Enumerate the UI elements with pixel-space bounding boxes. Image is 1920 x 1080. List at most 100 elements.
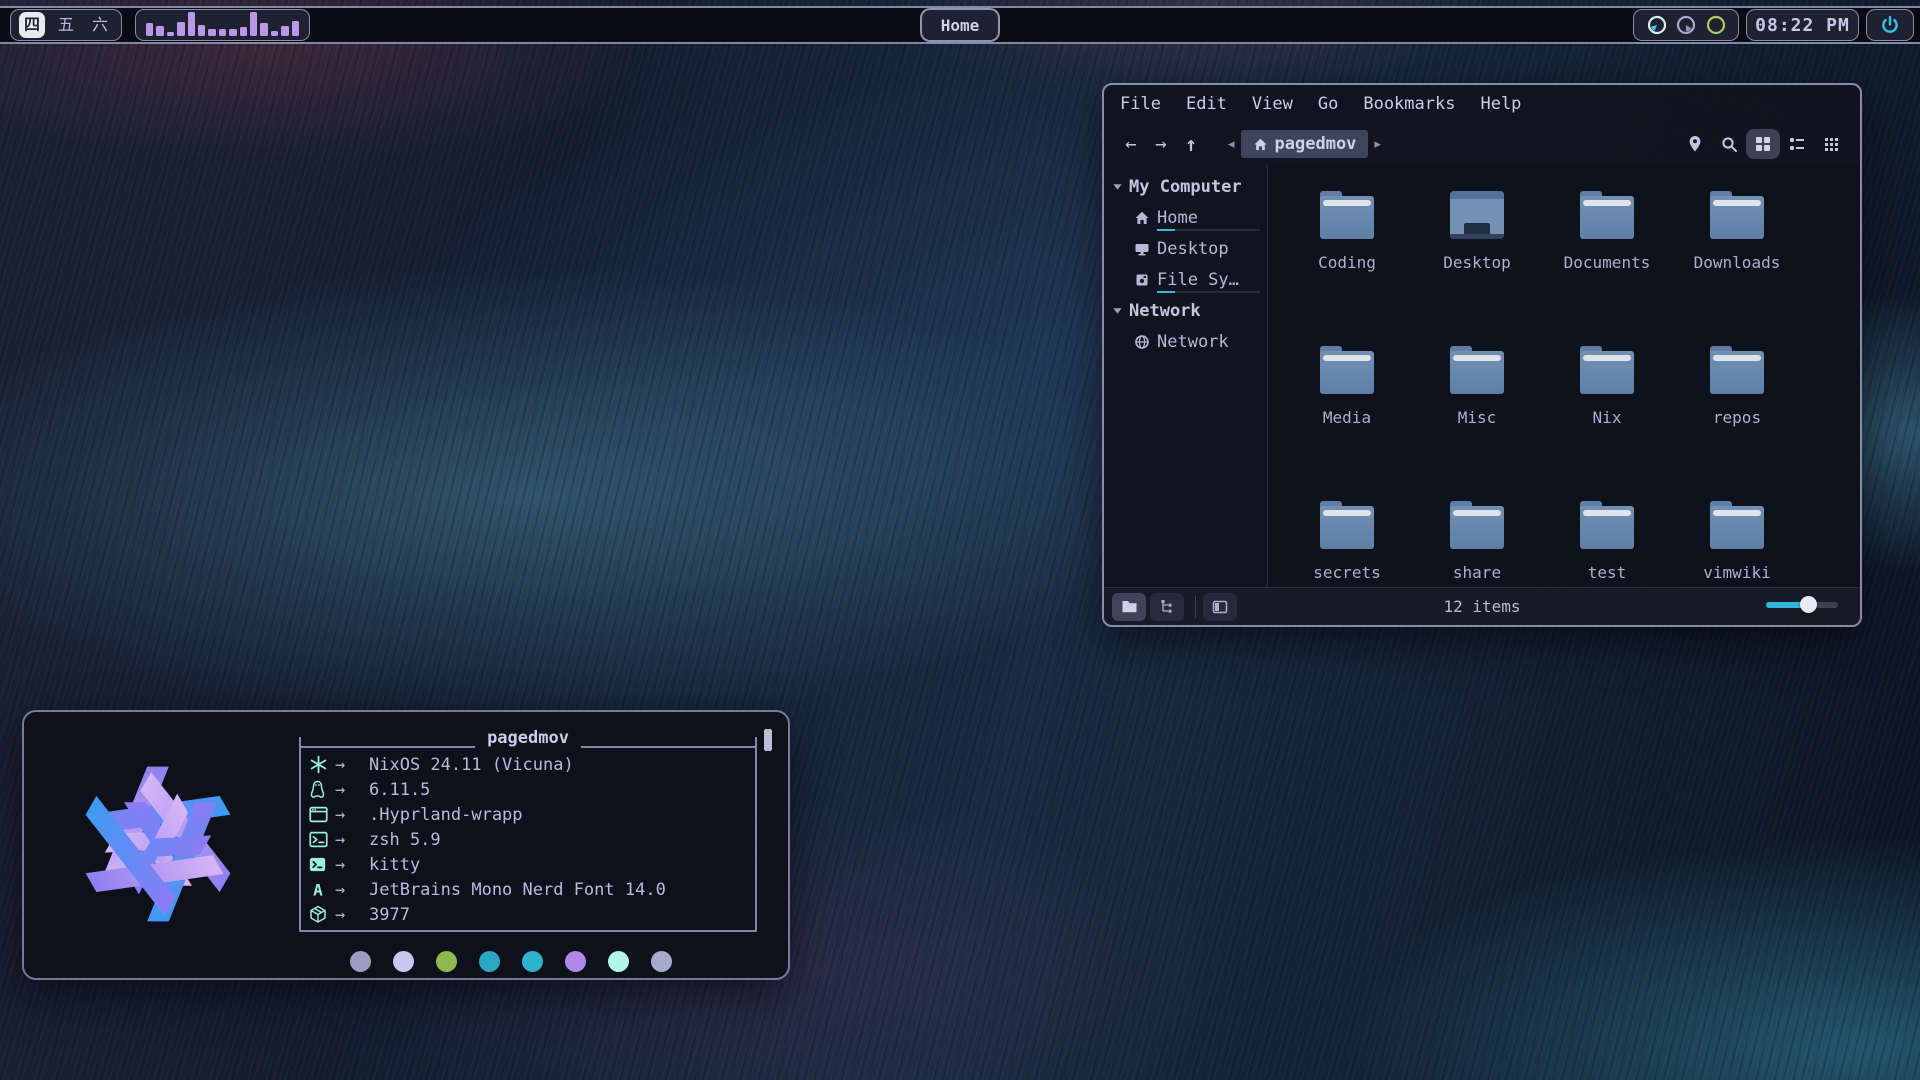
folder-name: Desktop [1443, 253, 1510, 272]
folder-icon [1320, 346, 1374, 394]
zoom-slider-knob[interactable] [1800, 596, 1817, 613]
list-view-icon[interactable] [1780, 129, 1814, 159]
fastfetch-row: →kitty [309, 852, 666, 877]
menu-file[interactable]: File [1120, 94, 1161, 114]
arrow-icon: → [335, 780, 369, 800]
fastfetch-value: 6.11.5 [369, 780, 430, 800]
breadcrumb-prev-icon[interactable]: ◂ [1222, 137, 1241, 152]
folder-icon [1580, 191, 1634, 239]
fastfetch-row: →zsh 5.9 [309, 827, 666, 852]
folder-nix[interactable]: Nix [1542, 324, 1672, 479]
palette-dot-2 [393, 951, 414, 972]
fastfetch-value: JetBrains Mono Nerd Font 14.0 [369, 880, 666, 900]
visualizer-bar [156, 26, 163, 36]
location-pin-icon[interactable] [1678, 129, 1712, 159]
folder-media[interactable]: Media [1282, 324, 1412, 479]
folder-desktop[interactable]: Desktop [1412, 169, 1542, 324]
workspace-1[interactable]: 四 [19, 12, 45, 38]
icon-view-icon[interactable] [1746, 129, 1780, 159]
folder-name: test [1588, 563, 1627, 582]
arrow-icon: → [335, 880, 369, 900]
sidebar-section-label: Network [1129, 301, 1201, 321]
menu-bookmarks[interactable]: Bookmarks [1363, 94, 1455, 114]
folder-downloads[interactable]: Downloads [1672, 169, 1802, 324]
up-button[interactable]: ↑ [1176, 132, 1206, 156]
fastfetch-value: .Hyprland-wrapp [369, 805, 523, 825]
folder-name: Coding [1318, 253, 1376, 272]
folder-name: Documents [1564, 253, 1651, 272]
visualizer-bar [219, 29, 226, 36]
audio-visualizer [135, 9, 310, 41]
palette-dot-6 [565, 951, 586, 972]
breadcrumb-segment-home[interactable]: pagedmov [1241, 130, 1369, 158]
top-bar: 四五六 Home 08:22 PM [0, 6, 1920, 44]
menu-view[interactable]: View [1252, 94, 1293, 114]
menu-edit[interactable]: Edit [1186, 94, 1227, 114]
arrow-icon: → [335, 805, 369, 825]
forward-button[interactable]: → [1146, 133, 1176, 155]
sidebar-item-filesy[interactable]: File Sy… [1104, 264, 1267, 295]
folder-coding[interactable]: Coding [1282, 169, 1412, 324]
nix-snowflake-icon [309, 755, 335, 774]
status-buttons [1112, 593, 1241, 621]
folder-name: repos [1713, 408, 1761, 427]
fastfetch-row: →3977 [309, 902, 666, 927]
sidebar-section-network[interactable]: Network [1104, 295, 1267, 326]
folder-icon [1710, 346, 1764, 394]
palette-dot-8 [651, 951, 672, 972]
terminal-scrollbar[interactable] [764, 729, 772, 751]
workspace-3[interactable]: 六 [87, 12, 113, 38]
toolbar: ← → ↑ ◂ pagedmov ▸ [1104, 123, 1860, 165]
folder-icon [1450, 346, 1504, 394]
breadcrumb: ◂ pagedmov ▸ [1222, 130, 1387, 158]
workspace-switcher[interactable]: 四五六 [10, 9, 122, 41]
sidebar-item-label: Desktop [1157, 239, 1229, 259]
menu-help[interactable]: Help [1480, 94, 1521, 114]
folder-name: Downloads [1694, 253, 1781, 272]
breadcrumb-next-icon[interactable]: ▸ [1368, 137, 1387, 152]
folder-documents[interactable]: Documents [1542, 169, 1672, 324]
search-icon[interactable] [1712, 129, 1746, 159]
power-button[interactable] [1866, 9, 1914, 41]
sidebar-item-label: File Sy… [1157, 270, 1239, 290]
folder-icon [1450, 501, 1504, 549]
globe-icon [1134, 334, 1150, 350]
toggle-sidepane-button[interactable] [1203, 593, 1237, 621]
side-pane: My Computer Home Desktop File Sy… Network Net… [1104, 165, 1268, 587]
sidebar-section-my-computer[interactable]: My Computer [1104, 171, 1267, 202]
font-icon: A [309, 881, 335, 899]
folder-name: Misc [1458, 408, 1497, 427]
chevron-down-icon [1112, 181, 1123, 192]
terminal-window[interactable]: pagedmov →NixOS 24.11 (Vicuna)→6.11.5→.H… [22, 710, 790, 980]
active-window-title-label: Home [941, 16, 980, 35]
places-pane-button[interactable] [1112, 593, 1146, 621]
back-button[interactable]: ← [1116, 133, 1146, 155]
sidebar-item-label: Network [1157, 332, 1229, 352]
palette-dot-4 [479, 951, 500, 972]
compact-view-icon[interactable] [1814, 129, 1848, 159]
fastfetch-value: NixOS 24.11 (Vicuna) [369, 755, 574, 775]
sidebar-item-desktop[interactable]: Desktop [1104, 233, 1267, 264]
folder-misc[interactable]: Misc [1412, 324, 1542, 479]
visualizer-bar [271, 31, 278, 36]
sidebar-item-network[interactable]: Network [1104, 326, 1267, 357]
folder-icon [1580, 501, 1634, 549]
sidebar-item-label: Home [1157, 208, 1198, 228]
breadcrumb-path-label: pagedmov [1275, 134, 1357, 154]
fastfetch-row: A→JetBrains Mono Nerd Font 14.0 [309, 877, 666, 902]
folder-name: secrets [1313, 563, 1380, 582]
visualizer-bar [250, 12, 257, 36]
folder-view: Coding Desktop Documents Downloads Media Misc… [1268, 165, 1860, 587]
sidebar-item-home[interactable]: Home [1104, 202, 1267, 233]
zoom-slider[interactable] [1766, 602, 1838, 608]
visualizer-bar [198, 25, 205, 36]
workspace-2[interactable]: 五 [53, 12, 79, 38]
system-gauges[interactable] [1633, 9, 1739, 41]
visualizer-bar [188, 12, 195, 36]
folder-repos[interactable]: repos [1672, 324, 1802, 479]
palette-dot-7 [608, 951, 629, 972]
menu-go[interactable]: Go [1318, 94, 1338, 114]
tree-pane-button[interactable] [1150, 593, 1184, 621]
visualizer-bar [260, 23, 267, 36]
cpu-gauge-icon [1646, 14, 1668, 36]
